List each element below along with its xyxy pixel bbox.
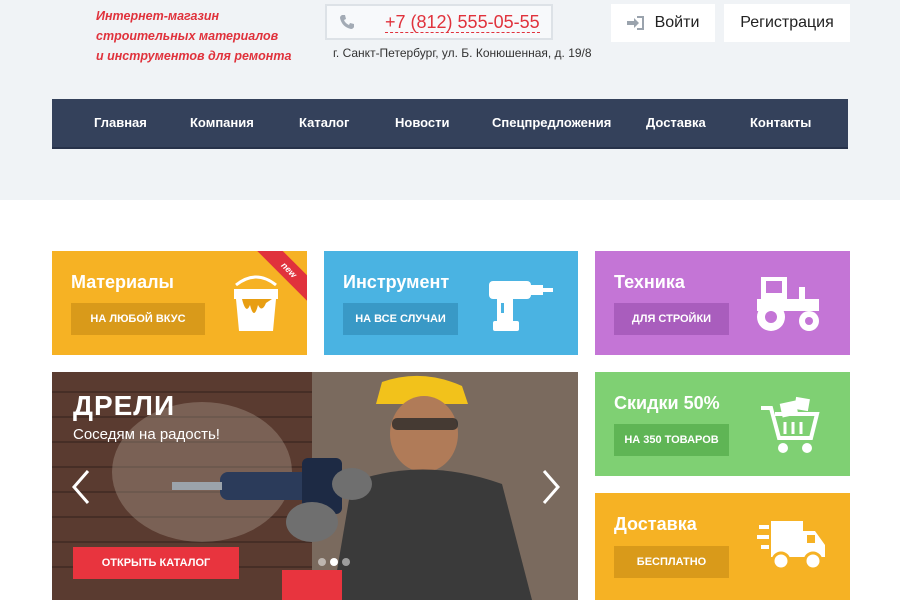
truck-icon	[757, 521, 825, 571]
tile-tools[interactable]: Инструмент НА ВСЕ СЛУЧАИ	[324, 251, 578, 355]
nav-item-news[interactable]: Новости	[395, 115, 450, 130]
slide-subtitle: Соседям на радость!	[73, 426, 220, 443]
phone-icon	[340, 15, 354, 29]
tile-discount-title: Скидки 50%	[614, 393, 720, 413]
tagline-line-3: и инструментов для ремонта	[96, 49, 292, 63]
login-icon	[626, 16, 644, 30]
tile-tools-title: Инструмент	[343, 272, 450, 292]
tile-materials-title: Материалы	[71, 272, 174, 292]
tagline-line-2: строительных материалов	[96, 29, 279, 43]
site-tagline: Интернет-магазин строительных материалов…	[96, 6, 296, 66]
phone-box[interactable]: +7 (812) 555-05-55	[325, 4, 553, 40]
phone-number[interactable]: +7 (812) 555-05-55	[385, 12, 540, 33]
main-nav: Главная Компания Каталог Новости Спецпре…	[52, 99, 848, 149]
tractor-icon	[757, 277, 819, 331]
nav-item-company[interactable]: Компания	[190, 115, 254, 130]
nav-item-catalog[interactable]: Каталог	[299, 115, 349, 130]
tile-machinery[interactable]: Техника ДЛЯ СТРОЙКИ	[595, 251, 850, 355]
slider-next-arrow-icon[interactable]	[540, 467, 562, 507]
tile-delivery-button[interactable]: БЕСПЛАТНО	[614, 546, 729, 578]
nav-item-offers[interactable]: Спецпредложения	[492, 115, 611, 130]
tagline-line-1: Интернет-магазин	[96, 9, 220, 23]
slider-prev-arrow-icon[interactable]	[70, 467, 92, 507]
tile-machinery-title: Техника	[614, 272, 685, 292]
store-address: г. Санкт-Петербург, ул. Б. Конюшенная, д…	[333, 46, 592, 60]
tile-discount[interactable]: Скидки 50% НА 350 ТОВАРОВ	[595, 372, 850, 476]
login-label: Войти	[654, 14, 700, 31]
tile-materials[interactable]: Материалы НА ЛЮБОЙ ВКУС new	[52, 251, 307, 355]
cart-icon	[761, 396, 820, 453]
slide-title: ДРЕЛИ	[73, 390, 176, 421]
login-button[interactable]: Войти	[611, 4, 715, 42]
hero-slider[interactable]: ДРЕЛИ Соседям на радость! ОТКРЫТЬ КАТАЛО…	[52, 372, 578, 600]
nav-item-home[interactable]: Главная	[94, 115, 147, 130]
drill-icon	[489, 281, 553, 331]
tile-discount-button[interactable]: НА 350 ТОВАРОВ	[614, 424, 729, 456]
register-button[interactable]: Регистрация	[724, 4, 850, 42]
tile-delivery-title: Доставка	[614, 514, 697, 534]
tile-tools-button[interactable]: НА ВСЕ СЛУЧАИ	[343, 303, 458, 335]
nav-item-delivery[interactable]: Доставка	[646, 115, 706, 130]
tile-delivery[interactable]: Доставка БЕСПЛАТНО	[595, 493, 850, 600]
tile-machinery-button[interactable]: ДЛЯ СТРОЙКИ	[614, 303, 729, 335]
tile-materials-button[interactable]: НА ЛЮБОЙ ВКУС	[71, 303, 205, 335]
paint-bucket-icon	[234, 275, 278, 331]
nav-item-contacts[interactable]: Контакты	[750, 115, 811, 130]
open-catalog-button[interactable]: ОТКРЫТЬ КАТАЛОГ	[73, 547, 239, 579]
